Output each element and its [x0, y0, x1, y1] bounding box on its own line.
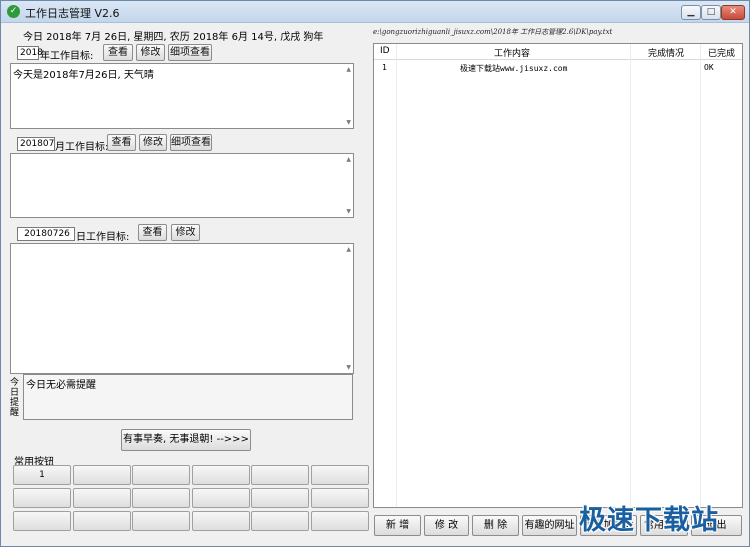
scroll-up-icon[interactable]: ▲	[346, 66, 351, 73]
window-title: 工作日志管理 V2.6	[25, 7, 120, 20]
scroll-down-icon[interactable]: ▼	[346, 364, 351, 371]
year-view-button[interactable]: 查看	[103, 44, 133, 61]
common-button[interactable]	[251, 465, 309, 485]
close-button[interactable]: ✕	[721, 5, 745, 20]
table-header: ID 工作内容 完成情况 已完成	[374, 44, 742, 60]
minimize-button[interactable]: ▁	[681, 5, 701, 20]
motto-button[interactable]: 有事早奏, 无事退朝! -->>>	[121, 429, 251, 451]
day-input[interactable]: 20180726	[17, 227, 75, 241]
common-button[interactable]	[251, 511, 309, 531]
date-line: 今日 2018年 7月 26日, 星期四, 农历 2018年 6月 14号, 戊…	[23, 32, 324, 43]
common-button[interactable]	[132, 511, 190, 531]
maximize-button[interactable]: □	[701, 5, 721, 20]
common-button[interactable]	[191, 488, 250, 508]
month-edit-button[interactable]: 修改	[139, 134, 167, 151]
column-divider	[700, 44, 701, 507]
common-button[interactable]	[72, 488, 131, 508]
common-button[interactable]	[191, 511, 250, 531]
year-detail-button[interactable]: 细项查看	[168, 44, 212, 61]
common-button[interactable]	[13, 488, 71, 508]
common-button[interactable]	[72, 465, 131, 485]
reminder-box[interactable]: 今日无必需提醒	[23, 374, 353, 420]
month-goal-textarea[interactable]: ▲ ▼	[10, 153, 354, 218]
file-path: e:\gongzuorizhiguanli_jisuxz.com\2018年 工…	[373, 28, 613, 36]
common-button[interactable]	[132, 488, 190, 508]
scroll-down-icon[interactable]: ▼	[346, 119, 351, 126]
fun-urls-button[interactable]: 有趣的网址	[522, 515, 577, 536]
day-view-button[interactable]: 查看	[138, 224, 167, 241]
header-done[interactable]: 已完成	[708, 46, 735, 59]
column-divider	[630, 44, 631, 507]
common-button[interactable]	[310, 488, 369, 508]
table-row[interactable]: 1 极速下载站www.jisuxz.com OK	[374, 61, 742, 76]
day-goal-label: 日工作目标:	[76, 232, 130, 243]
add-button[interactable]: 新 增	[374, 515, 421, 536]
month-input[interactable]: 201807	[17, 137, 55, 151]
watermark-logo: 极速下载站	[579, 505, 719, 536]
common-button[interactable]: 1	[13, 465, 71, 485]
common-button[interactable]	[13, 511, 71, 531]
common-button[interactable]	[310, 511, 369, 531]
common-button[interactable]	[72, 511, 131, 531]
column-divider	[396, 44, 397, 507]
delete-button[interactable]: 删 除	[472, 515, 519, 536]
reminder-content: 今日无必需提醒	[26, 380, 96, 391]
year-goal-textarea[interactable]: 今天是2018年7月26日, 天气晴 ▲ ▼	[10, 63, 354, 129]
check-circle-icon: ✓	[7, 5, 20, 18]
scroll-down-icon[interactable]: ▼	[346, 208, 351, 215]
month-goal-label: 月工作目标:	[55, 142, 109, 153]
header-content[interactable]: 工作内容	[494, 46, 530, 59]
common-button[interactable]	[191, 465, 250, 485]
header-status[interactable]: 完成情况	[648, 46, 684, 59]
header-id[interactable]: ID	[380, 46, 390, 56]
month-detail-button[interactable]: 细项查看	[170, 134, 212, 151]
month-view-button[interactable]: 查看	[107, 134, 136, 151]
maximize-icon: □	[706, 7, 716, 17]
day-edit-button[interactable]: 修改	[171, 224, 200, 241]
year-goal-content: 今天是2018年7月26日, 天气晴	[13, 70, 154, 81]
close-icon: ✕	[729, 7, 737, 17]
day-goal-textarea[interactable]: ▲ ▼	[10, 243, 354, 374]
common-button[interactable]	[251, 488, 309, 508]
scroll-up-icon[interactable]: ▲	[346, 246, 351, 253]
edit-button[interactable]: 修 改	[424, 515, 469, 536]
scroll-up-icon[interactable]: ▲	[346, 156, 351, 163]
work-log-table[interactable]: ID 工作内容 完成情况 已完成 1 极速下载站www.jisuxz.com O…	[373, 43, 743, 508]
main-window: ✓ 工作日志管理 V2.6 ▁ □ ✕ 今日 2018年 7月 26日, 星期四…	[0, 0, 750, 547]
common-button[interactable]	[310, 465, 369, 485]
common-button[interactable]	[132, 465, 190, 485]
year-goal-label: 年工作目标:	[40, 51, 94, 62]
cell-done: OK	[704, 63, 714, 72]
year-input[interactable]: 2018	[17, 46, 43, 60]
minimize-icon: ▁	[687, 7, 695, 17]
cell-content: 极速下载站www.jisuxz.com	[460, 64, 568, 73]
year-edit-button[interactable]: 修改	[136, 44, 165, 61]
title-bar: ✓ 工作日志管理 V2.6 ▁ □ ✕	[1, 1, 749, 23]
reminder-label: 今日提醒	[10, 378, 20, 418]
cell-id: 1	[382, 63, 387, 72]
